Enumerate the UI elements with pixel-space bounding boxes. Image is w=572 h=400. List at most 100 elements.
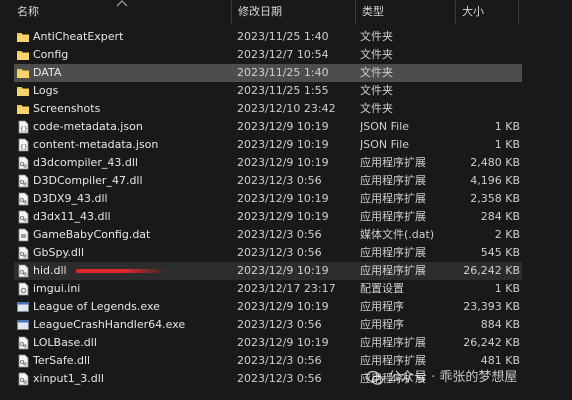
dll-file-icon [16,354,30,368]
file-name: TerSafe.dll [33,354,91,367]
file-size: 2,480 KB [470,156,520,169]
file-row[interactable]: {} content-metadata.json 2023/12/9 10:19 JS… [14,136,522,154]
folder-icon [16,48,30,62]
column-divider[interactable] [231,0,232,24]
dat-file-icon [16,228,30,242]
folder-row[interactable]: Screenshots 2023/12/10 23:42 文件夹 [14,100,522,118]
file-name: Logs [33,84,59,97]
file-name: xinput1_3.dll [33,372,104,385]
column-divider[interactable] [455,0,456,24]
file-size: 284 KB [480,210,520,223]
exe-file-icon [16,300,30,314]
file-row[interactable]: {} code-metadata.json 2023/12/9 10:19 JSON … [14,118,522,136]
file-row[interactable]: LOLBase.dll 2023/12/9 10:19 应用程序扩展 26,242 K… [14,334,522,352]
modified-date: 2023/12/9 10:19 [237,120,329,133]
dll-file-icon [16,174,30,188]
file-size: 884 KB [480,318,520,331]
modified-date: 2023/12/3 0:56 [237,318,322,331]
file-name: Config [33,48,69,61]
red-highlight-stroke [76,269,166,273]
modified-date: 2023/12/3 0:56 [237,228,322,241]
file-size [444,100,520,118]
file-name: League of Legends.exe [33,300,160,313]
modified-date: 2023/12/9 10:19 [237,210,329,223]
json-file-icon: {} [16,138,30,152]
file-row[interactable]: D3DX9_43.dll 2023/12/9 10:19 应用程序扩展 2,358 K… [14,190,522,208]
folder-row[interactable]: AntiCheatExpert 2023/11/25 1:40 文件夹 [14,28,522,46]
file-name: d3dcompiler_43.dll [33,156,138,169]
file-name: imgui.ini [33,282,81,295]
folder-icon [16,102,30,116]
file-size: 1 KB [494,282,520,295]
file-row[interactable]: GbSpy.dll 2023/12/3 0:56 应用程序扩展 545 KB [14,244,522,262]
wechat-logo-icon [366,370,384,385]
file-name: content-metadata.json [33,138,159,151]
file-size [444,28,520,46]
file-size: 1 KB [494,120,520,133]
modified-date: 2023/12/9 10:19 [237,264,329,277]
file-row[interactable]: League of Legends.exe 2023/12/9 10:19 应用程序… [14,298,522,316]
modified-date: 2023/11/25 1:40 [237,30,329,43]
modified-date: 2023/12/9 10:19 [237,156,329,169]
dll-file-icon [16,192,30,206]
file-row[interactable]: d3dx11_43.dll 2023/12/9 10:19 应用程序扩展 284 KB [14,208,522,226]
file-size [444,64,520,82]
sort-ascending-icon[interactable] [115,0,129,8]
json-file-icon: {} [16,120,30,134]
file-name: LOLBase.dll [33,336,97,349]
folder-icon [16,66,30,80]
column-divider[interactable] [518,0,519,24]
file-row[interactable]: D3DCompiler_47.dll 2023/12/3 0:56 应用程序扩展 4,… [14,172,522,190]
file-size: 1 KB [494,138,520,151]
dll-file-icon [16,264,30,278]
file-size: 26,242 KB [463,336,520,349]
exe-file-icon [16,318,30,332]
file-size: 23,393 KB [463,300,520,313]
file-name: D3DX9_43.dll [33,192,108,205]
modified-date: 2023/12/3 0:56 [237,354,322,367]
dll-file-icon [16,246,30,260]
file-row[interactable]: d3dcompiler_43.dll 2023/12/9 10:19 应用程序扩展 2… [14,154,522,172]
watermark: 公众号 · 乖张的梦想屋 [366,364,517,392]
svg-text:{}: {} [20,126,28,133]
modified-date: 2023/11/25 1:55 [237,84,329,97]
file-row[interactable]: imgui.ini 2023/12/17 23:17 配置设置 1 KB [14,280,522,298]
file-name: DATA [33,66,62,79]
folder-row[interactable]: DATA 2023/11/25 1:40 文件夹 [14,64,522,82]
file-name: LeagueCrashHandler64.exe [33,318,186,331]
column-type-header[interactable]: 类型 [362,0,384,24]
folder-row[interactable]: Logs 2023/11/25 1:55 文件夹 [14,82,522,100]
file-name: d3dx11_43.dll [33,210,111,223]
column-divider[interactable] [355,0,356,24]
file-size: 2 KB [494,228,520,241]
file-name: GbSpy.dll [33,246,85,259]
file-row[interactable]: GameBabyConfig.dat 2023/12/3 0:56 媒体文件(.da… [14,226,522,244]
folder-icon [16,30,30,44]
modified-date: 2023/12/3 0:56 [237,372,322,385]
file-size: 26,242 KB [463,264,520,277]
file-size [444,82,520,100]
modified-date: 2023/12/3 0:56 [237,174,322,187]
file-name: code-metadata.json [33,120,143,133]
watermark-text: 公众号 · 乖张的梦想屋 [388,370,518,385]
modified-date: 2023/12/7 10:54 [237,48,329,61]
dll-file-icon [16,210,30,224]
modified-date: 2023/12/9 10:19 [237,336,329,349]
modified-date: 2023/12/3 0:56 [237,246,322,259]
modified-date: 2023/12/17 23:17 [237,282,336,295]
file-name: AntiCheatExpert [33,30,124,43]
folder-row[interactable]: Config 2023/12/7 10:54 文件夹 [14,46,522,64]
svg-text:{}: {} [20,144,28,151]
column-date-header[interactable]: 修改日期 [238,0,282,24]
dll-file-icon [16,336,30,350]
column-name-header[interactable]: 名称 [17,0,39,24]
column-size-header[interactable]: 大小 [462,0,484,24]
file-row[interactable]: hid.dll 2023/12/9 10:19 应用程序扩展 26,242 KB [14,262,522,280]
file-row[interactable]: LeagueCrashHandler64.exe 2023/12/3 0:56 应用… [14,316,522,334]
file-size [444,46,520,64]
modified-date: 2023/11/25 1:40 [237,66,329,79]
file-name: GameBabyConfig.dat [33,228,151,241]
column-header: 名称 修改日期 类型 大小 [0,0,572,26]
modified-date: 2023/12/9 10:19 [237,192,329,205]
folder-icon [16,84,30,98]
